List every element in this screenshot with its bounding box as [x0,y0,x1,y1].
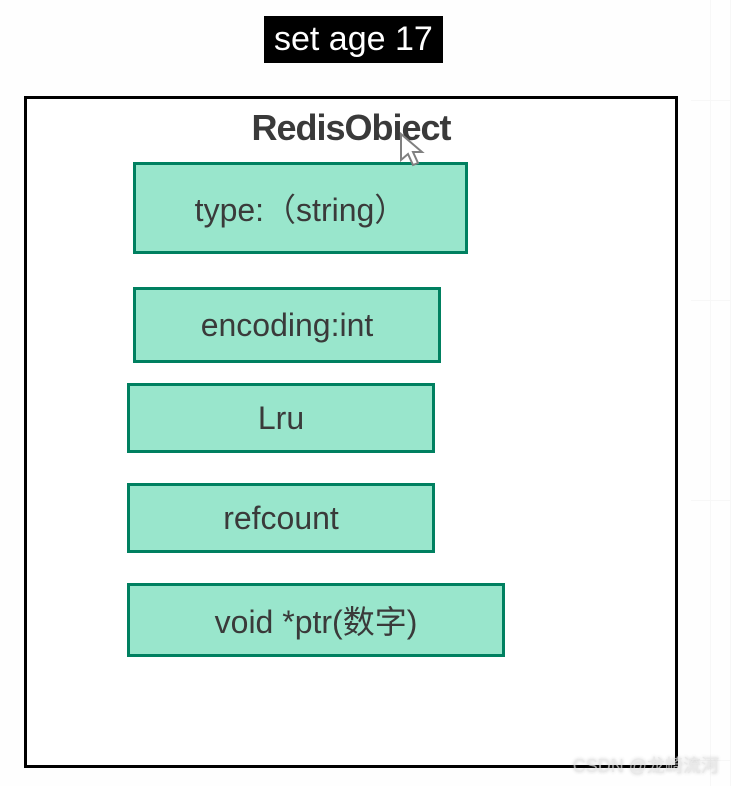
field-encoding: encoding:int [133,287,441,363]
command-label: set age 17 [264,16,443,63]
field-refcount: refcount [127,483,435,553]
redis-object-container: RedisObiect type:（string） encoding:int L… [24,96,678,768]
field-ptr: void *ptr(数字) [127,583,505,657]
grid-background [691,0,731,786]
watermark-text: CSDN @龙崎流河 [573,752,719,778]
object-title: RedisObiect [27,107,675,149]
field-type: type:（string） [133,162,468,254]
field-lru: Lru [127,383,435,453]
mouse-cursor-icon [398,132,430,175]
